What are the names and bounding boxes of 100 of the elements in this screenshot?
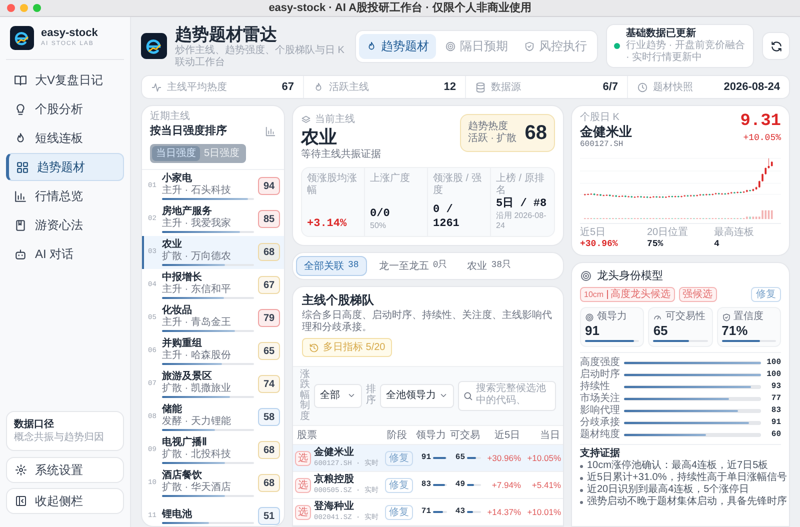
metric-label: 上涨广度: [370, 173, 411, 185]
card-caption: 当前主线: [315, 114, 355, 126]
flame-icon: [366, 40, 377, 52]
target-icon: [445, 40, 456, 52]
stat-label: 20日位置: [647, 227, 690, 239]
score-value: 91: [421, 452, 431, 464]
bullet-icon: [580, 476, 583, 480]
nav-item[interactable]: 趋势题材: [6, 153, 124, 181]
column-header: 阶段: [386, 428, 408, 442]
metric-label: 置信度: [734, 311, 764, 323]
database-icon: [475, 82, 486, 92]
stat-value: 75%: [647, 239, 664, 250]
nav-item[interactable]: 大V复盘日记: [6, 66, 124, 94]
stat-label: 最高连板: [714, 227, 755, 239]
score-badge: 94: [258, 177, 280, 195]
target-icon: [585, 312, 594, 322]
window-minimize-button[interactable]: [20, 4, 28, 12]
factor-value: 91: [770, 417, 781, 429]
change-value: +5.41%: [530, 478, 561, 492]
ladder-title: 主线个股梯队: [302, 293, 375, 308]
metric-value: 71%: [722, 323, 749, 338]
pick-tag: 选: [295, 450, 311, 466]
stat-value: 4: [714, 239, 720, 250]
score-badge: 68: [258, 243, 280, 261]
column-header: 近5日: [493, 428, 521, 442]
metric-label: 可交易性: [665, 311, 706, 323]
logo-icon: [10, 26, 34, 50]
theme-leader: 主升 · 青岛金王: [162, 316, 232, 328]
evidence-item: 强势启动不晚于题材集体启动，具备先锋时序: [587, 496, 787, 508]
theme-name: 酒店餐饮: [162, 470, 203, 482]
metric-label: 上榜 / 原排名: [496, 173, 546, 197]
stock-name: 金健米业: [314, 446, 355, 458]
refresh-button[interactable]: [762, 32, 790, 60]
pulse-icon: [151, 82, 162, 92]
dropdown[interactable]: 全池领导力: [380, 384, 454, 408]
pick-tag: 选: [295, 504, 311, 520]
score-badge: 79: [258, 309, 280, 327]
metric-value: 5日 / #8: [496, 197, 548, 211]
window-maximize-button[interactable]: [33, 4, 41, 12]
filter-chip[interactable]: 农业 38只: [459, 256, 520, 276]
window-close-button[interactable]: [7, 4, 15, 12]
theme-name: 并购重组: [162, 338, 203, 350]
score-value: 65: [455, 452, 465, 464]
filter-chip[interactable]: 龙一至龙五 0只: [370, 256, 456, 276]
window-title: easy-stock · AI A股投研工作台 · 仅限个人非商业使用: [268, 0, 532, 16]
nav-item[interactable]: 行情总览: [6, 182, 124, 210]
stage-tag: 修复: [385, 478, 413, 492]
card-caption: 个股日 K: [580, 112, 620, 124]
factor-value: 93: [770, 381, 781, 393]
history-icon: [309, 342, 319, 352]
change-value: +10.05%: [526, 452, 561, 464]
metric-value: 0 / 1261: [433, 203, 460, 231]
score-badge: 74: [258, 375, 280, 393]
stat-value: 6/7: [602, 80, 618, 95]
metric-value: 0/0: [370, 207, 391, 221]
score-value: 71: [421, 506, 431, 518]
score-value: 83: [421, 479, 431, 491]
theme-name: 旅游及景区: [162, 370, 213, 382]
theme-name: 化妆品: [162, 304, 193, 316]
stat-value: 67: [282, 80, 294, 95]
bar-chart-icon: [14, 190, 27, 202]
clock-icon: [637, 82, 648, 92]
logo-icon: [141, 33, 167, 59]
filter-label: 涨跌幅制度: [300, 370, 310, 422]
theme-name: 农业: [162, 238, 183, 250]
stat-label: 主线平均热度: [167, 80, 228, 94]
dropdown[interactable]: 全部: [314, 384, 362, 408]
sidebar-footer-button[interactable]: 系统设置: [6, 457, 124, 483]
factor-value: 100: [766, 369, 781, 381]
heat-status: 活跃 · 扩散: [468, 133, 517, 145]
change-value: +14.37%: [486, 506, 521, 518]
column-header: 领导力: [415, 428, 447, 442]
heat-value: 68: [524, 121, 547, 146]
nav-item[interactable]: AI 对话: [6, 240, 124, 268]
theme-leader: 主升 · 东信和平: [162, 284, 232, 296]
nav-item[interactable]: 游资心法: [6, 211, 124, 239]
bullet-icon: [580, 488, 583, 492]
theme-leader: 主升 · 石头科技: [162, 184, 232, 196]
factor-label: 启动时序: [580, 369, 621, 380]
theme-list-caption: 近期主线: [150, 111, 191, 123]
metric-value: 65: [653, 323, 669, 338]
stat-label: 近5日: [580, 227, 607, 239]
bar-chart-icon: [265, 126, 276, 137]
sidebar-footer-button[interactable]: 收起侧栏: [6, 488, 124, 514]
metric-label: 领涨股均涨幅: [307, 173, 358, 197]
layers-icon: [301, 115, 311, 125]
factor-value: 100: [766, 357, 781, 369]
factor-value: 77: [770, 393, 781, 405]
factor-label: 高度强度: [580, 357, 621, 368]
nav-item[interactable]: 短线连板: [6, 124, 124, 152]
stock-title: 金健米业: [580, 124, 632, 140]
refresh-icon: [770, 40, 782, 52]
target-icon: [580, 270, 592, 282]
filter-chip[interactable]: 全部关联 38: [296, 256, 367, 276]
score-badge: 51: [258, 507, 280, 525]
theme-leader: 扩散 · 万向德农: [162, 250, 232, 262]
nav-item[interactable]: 个股分析: [6, 95, 124, 123]
tab[interactable]: 趋势题材: [359, 34, 436, 58]
page-title: 趋势题材雷达: [175, 24, 278, 44]
factor-label: 市场关注: [580, 393, 621, 405]
